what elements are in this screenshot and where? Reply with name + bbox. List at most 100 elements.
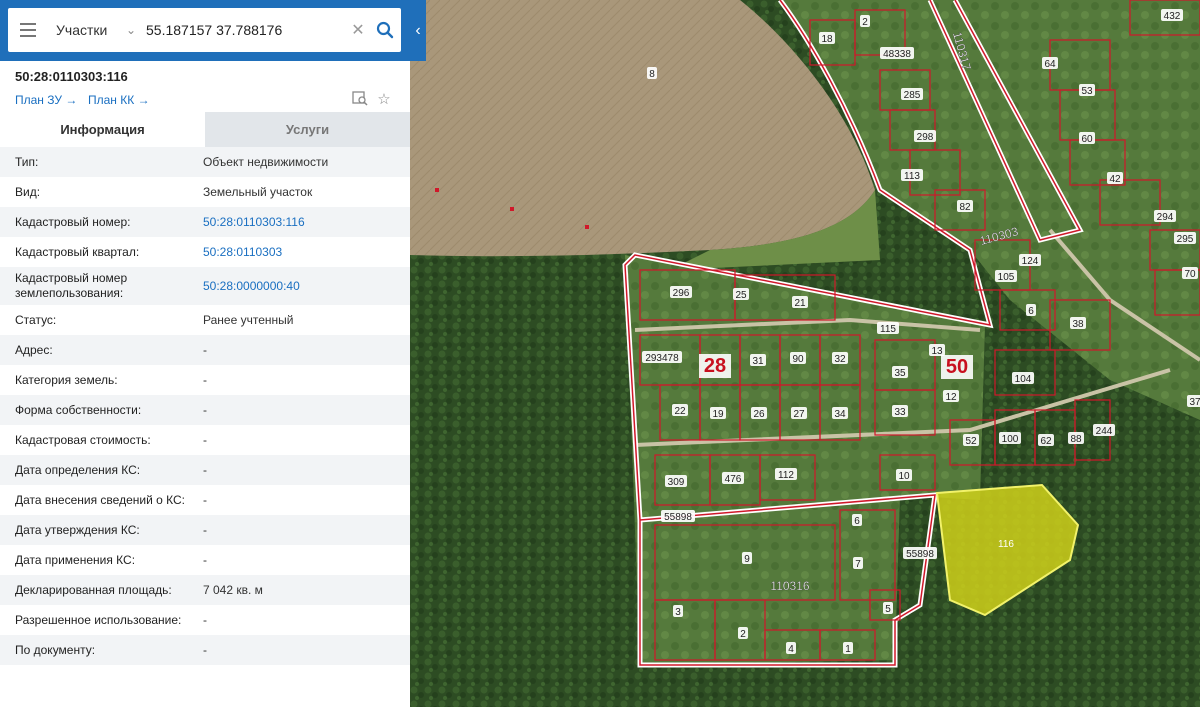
plot-label[interactable]: 55898 <box>903 547 937 560</box>
plot-label[interactable]: 22 <box>672 404 688 417</box>
plot-label[interactable]: 34 <box>832 407 848 420</box>
plot-label[interactable]: 62 <box>1038 434 1054 447</box>
plot-label[interactable]: 26 <box>751 407 767 420</box>
plot-label[interactable]: 113 <box>901 169 923 182</box>
plot-label[interactable]: 12 <box>943 390 959 403</box>
tab-info[interactable]: Информация <box>0 112 205 147</box>
plot-label[interactable]: 3 <box>673 605 683 618</box>
search-box: Участки ⌄ 55.187157 37.788176 ✕ <box>8 8 401 52</box>
plot-label[interactable]: 293478 <box>642 351 682 364</box>
plot-label[interactable]: 124 <box>1019 254 1041 267</box>
plot-label[interactable]: 90 <box>790 352 806 365</box>
svg-text:22: 22 <box>674 406 686 417</box>
svg-text:432: 432 <box>1164 11 1181 22</box>
info-table: Тип: Объект недвижимости Вид: Земельный уча… <box>0 147 410 665</box>
svg-text:33: 33 <box>894 407 906 418</box>
plot-label[interactable]: 10 <box>896 469 912 482</box>
map-view[interactable]: 8 2 18 48338 64 53 60 42 432 285 298 113 82 105 124 6 38… <box>410 0 1200 707</box>
plot-label[interactable]: 2 <box>738 627 748 640</box>
plot-label[interactable]: 48338 <box>880 47 914 60</box>
plot-label[interactable]: 1 <box>843 642 853 655</box>
svg-text:82: 82 <box>959 202 971 213</box>
svg-text:105: 105 <box>998 272 1015 283</box>
svg-text:2: 2 <box>740 629 746 640</box>
plot-label[interactable]: 38 <box>1070 317 1086 330</box>
svg-text:38: 38 <box>1072 319 1084 330</box>
plot-label[interactable]: 70 <box>1182 267 1198 280</box>
plot-label[interactable]: 100 <box>999 432 1021 445</box>
plot-label[interactable]: 6 <box>852 514 862 527</box>
plot-label[interactable]: 31 <box>750 354 766 367</box>
plot-label[interactable]: 19 <box>710 407 726 420</box>
zoom-to-icon[interactable] <box>351 90 369 108</box>
plot-label[interactable]: 309 <box>665 475 687 488</box>
tab-services[interactable]: Услуги <box>205 112 410 147</box>
info-value-link[interactable]: 50:28:0110303 <box>203 245 410 259</box>
plot-label[interactable]: 4 <box>786 642 796 655</box>
info-label: Дата утверждения КС: <box>15 522 140 537</box>
svg-text:25: 25 <box>735 290 747 301</box>
plot-label[interactable]: 112 <box>775 468 797 481</box>
info-value-link[interactable]: 50:28:0000000:40 <box>203 279 410 293</box>
plot-label[interactable]: 104 <box>1012 372 1034 385</box>
layer-select[interactable]: Участки <box>48 22 126 38</box>
plot-label[interactable]: 115 <box>877 322 899 335</box>
plot-label[interactable]: 432 <box>1161 9 1183 22</box>
plot-label[interactable]: 42 <box>1107 172 1123 185</box>
plot-label[interactable]: 285 <box>901 88 923 101</box>
info-row: Кадастровый номер землепользования: 50:28… <box>0 267 410 305</box>
plot-label[interactable]: 9 <box>742 552 752 565</box>
plot-label[interactable]: 88 <box>1068 432 1084 445</box>
plot-label[interactable]: 294 <box>1154 210 1176 223</box>
plot-label[interactable]: 298 <box>914 130 936 143</box>
collapse-panel-button[interactable]: ‹ <box>410 0 426 61</box>
plot-label[interactable]: 64 <box>1042 57 1058 70</box>
plot-label[interactable]: 6 <box>1026 304 1036 317</box>
plot-label[interactable]: 21 <box>792 296 808 309</box>
chevron-down-icon[interactable]: ⌄ <box>126 23 146 37</box>
clear-icon[interactable]: ✕ <box>347 20 369 40</box>
plot-label[interactable]: 55898 <box>661 510 695 523</box>
plot-label[interactable]: 37 <box>1187 395 1200 408</box>
plot-label[interactable]: 53 <box>1079 84 1095 97</box>
plot-label[interactable]: 33 <box>892 405 908 418</box>
svg-text:100: 100 <box>1002 434 1019 445</box>
search-icon <box>376 21 394 39</box>
info-label: Категория земель: <box>15 372 118 387</box>
plan-kk-link[interactable]: План КК → <box>88 93 150 107</box>
plot-label[interactable]: 32 <box>832 352 848 365</box>
plot-label[interactable]: 35 <box>892 366 908 379</box>
svg-text:21: 21 <box>794 298 806 309</box>
plot-label[interactable]: 60 <box>1079 132 1095 145</box>
info-label: Разрешенное использование: <box>15 612 182 627</box>
search-bar: Участки ⌄ 55.187157 37.788176 ✕ <box>0 0 410 61</box>
plot-label[interactable]: 27 <box>791 407 807 420</box>
plot-label[interactable]: 2 <box>860 15 870 28</box>
plot-label[interactable]: 18 <box>819 32 835 45</box>
plot-label[interactable]: 5 <box>883 602 893 615</box>
plot-label[interactable]: 244 <box>1093 424 1115 437</box>
info-row: Разрешенное использование: - <box>0 605 410 635</box>
plot-label[interactable]: 7 <box>853 557 863 570</box>
svg-text:4: 4 <box>788 644 794 655</box>
info-value-link[interactable]: 50:28:0110303:116 <box>203 215 410 229</box>
info-row: По документу: - <box>0 635 410 665</box>
satellite-map[interactable]: 8218483386453604243228529811382105124638… <box>410 0 1200 707</box>
plan-zu-link[interactable]: План ЗУ → <box>15 93 77 107</box>
svg-text:62: 62 <box>1040 436 1052 447</box>
plot-label[interactable]: 25 <box>733 288 749 301</box>
info-panel: Участки ⌄ 55.187157 37.788176 ✕ 50:28:01… <box>0 0 410 707</box>
info-row: Кадастровая стоимость: - <box>0 425 410 455</box>
search-button[interactable] <box>369 21 401 39</box>
plot-label[interactable]: 8 <box>647 67 657 80</box>
plot-label[interactable]: 82 <box>957 200 973 213</box>
plot-label[interactable]: 296 <box>670 286 692 299</box>
plot-label[interactable]: 52 <box>963 434 979 447</box>
plot-label[interactable]: 476 <box>722 472 744 485</box>
menu-icon[interactable] <box>8 8 48 52</box>
plot-label[interactable]: 105 <box>995 270 1017 283</box>
svg-text:6: 6 <box>854 516 860 527</box>
search-input[interactable]: 55.187157 37.788176 <box>146 22 347 38</box>
star-icon[interactable]: ☆ <box>375 90 393 108</box>
plot-label[interactable]: 295 <box>1174 232 1196 245</box>
